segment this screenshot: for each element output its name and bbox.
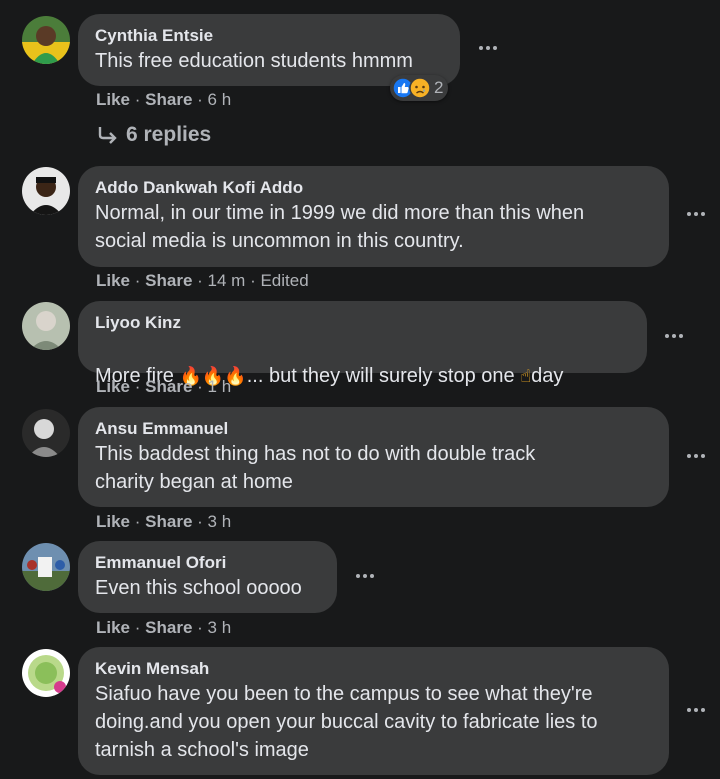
pointing-up-emoji: ☝ xyxy=(520,366,532,387)
avatar[interactable] xyxy=(22,543,70,591)
replies-count: 6 replies xyxy=(126,123,212,146)
view-replies-link[interactable]: 6 replies xyxy=(96,123,211,147)
like-button[interactable]: Like xyxy=(96,618,130,637)
comment-author[interactable]: Addo Dankwah Kofi Addo xyxy=(95,178,651,198)
avatar[interactable] xyxy=(22,167,70,215)
more-options-button[interactable] xyxy=(682,700,710,720)
comment-bubble: Emmanuel Ofori Even this school ooooo xyxy=(78,541,337,613)
comment-timestamp[interactable]: 3 h xyxy=(208,618,232,637)
comment-text: Normal, in our time in 1999 we did more … xyxy=(95,202,585,252)
comment-text: This free education students hmmm xyxy=(95,50,413,72)
share-button[interactable]: Share xyxy=(145,377,192,396)
comment-timestamp[interactable]: 3 h xyxy=(208,512,232,531)
comment-author[interactable]: Kevin Mensah xyxy=(95,659,651,679)
share-button[interactable]: Share xyxy=(145,90,192,109)
more-options-button[interactable] xyxy=(682,446,710,466)
more-options-button[interactable] xyxy=(682,204,710,224)
comment-actions: Like · Share · 14 m · Edited xyxy=(96,271,309,290)
like-button[interactable]: Like xyxy=(96,377,130,396)
more-options-button[interactable] xyxy=(660,326,688,346)
comment-bubble: Ansu Emmanuel This baddest thing has not… xyxy=(78,407,669,507)
share-button[interactable]: Share xyxy=(145,271,192,290)
reaction-summary[interactable]: 2 xyxy=(390,75,449,101)
avatar[interactable] xyxy=(22,649,70,697)
comment-timestamp[interactable]: 14 m xyxy=(208,271,246,290)
like-button[interactable]: Like xyxy=(96,512,130,531)
profile-photo-icon xyxy=(22,543,70,591)
share-button[interactable]: Share xyxy=(145,618,192,637)
like-button[interactable]: Like xyxy=(96,271,130,290)
profile-photo-icon xyxy=(22,167,70,215)
comment-author[interactable]: Ansu Emmanuel xyxy=(95,419,651,439)
avatar[interactable] xyxy=(22,16,70,64)
comment-actions: Like · Share · 6 h xyxy=(96,90,232,109)
profile-photo-icon xyxy=(22,16,70,64)
like-button[interactable]: Like xyxy=(96,90,130,109)
reaction-count: 2 xyxy=(434,78,444,97)
comment-bubble: Addo Dankwah Kofi Addo Normal, in our ti… xyxy=(78,166,669,267)
comment-text: Even this school ooooo xyxy=(95,577,302,599)
comment-bubble: Kevin Mensah Siafuo have you been to the… xyxy=(78,647,669,775)
comment-author[interactable]: Liyoo Kinz xyxy=(95,313,629,333)
edited-label: Edited xyxy=(260,271,309,290)
comment-timestamp[interactable]: 1 h xyxy=(208,377,232,396)
comment-text: Siafuo have you been to the campus to se… xyxy=(95,683,598,761)
avatar[interactable] xyxy=(22,302,70,350)
comment-actions: Like · Share · 3 h xyxy=(96,618,232,637)
more-options-button[interactable] xyxy=(474,38,502,58)
profile-photo-icon xyxy=(22,302,70,350)
comment-author[interactable]: Cynthia Entsie xyxy=(95,26,442,46)
avatar[interactable] xyxy=(22,409,70,457)
comment-author[interactable]: Emmanuel Ofori xyxy=(95,553,319,573)
profile-photo-icon xyxy=(22,409,70,457)
profile-photo-icon xyxy=(22,649,70,697)
comment-actions: Like · Share · 1 h xyxy=(96,377,232,396)
comment-actions: Like · Share · 3 h xyxy=(96,512,232,531)
comment-text: This baddest thing has not to do with do… xyxy=(95,443,536,493)
sad-icon xyxy=(409,77,431,99)
comment-bubble: Liyoo Kinz More fire 🔥🔥🔥... but they wil… xyxy=(78,301,647,387)
reply-arrow-icon xyxy=(98,127,117,144)
comment-timestamp[interactable]: 6 h xyxy=(208,90,232,109)
more-options-button[interactable] xyxy=(351,566,379,586)
share-button[interactable]: Share xyxy=(145,512,192,531)
